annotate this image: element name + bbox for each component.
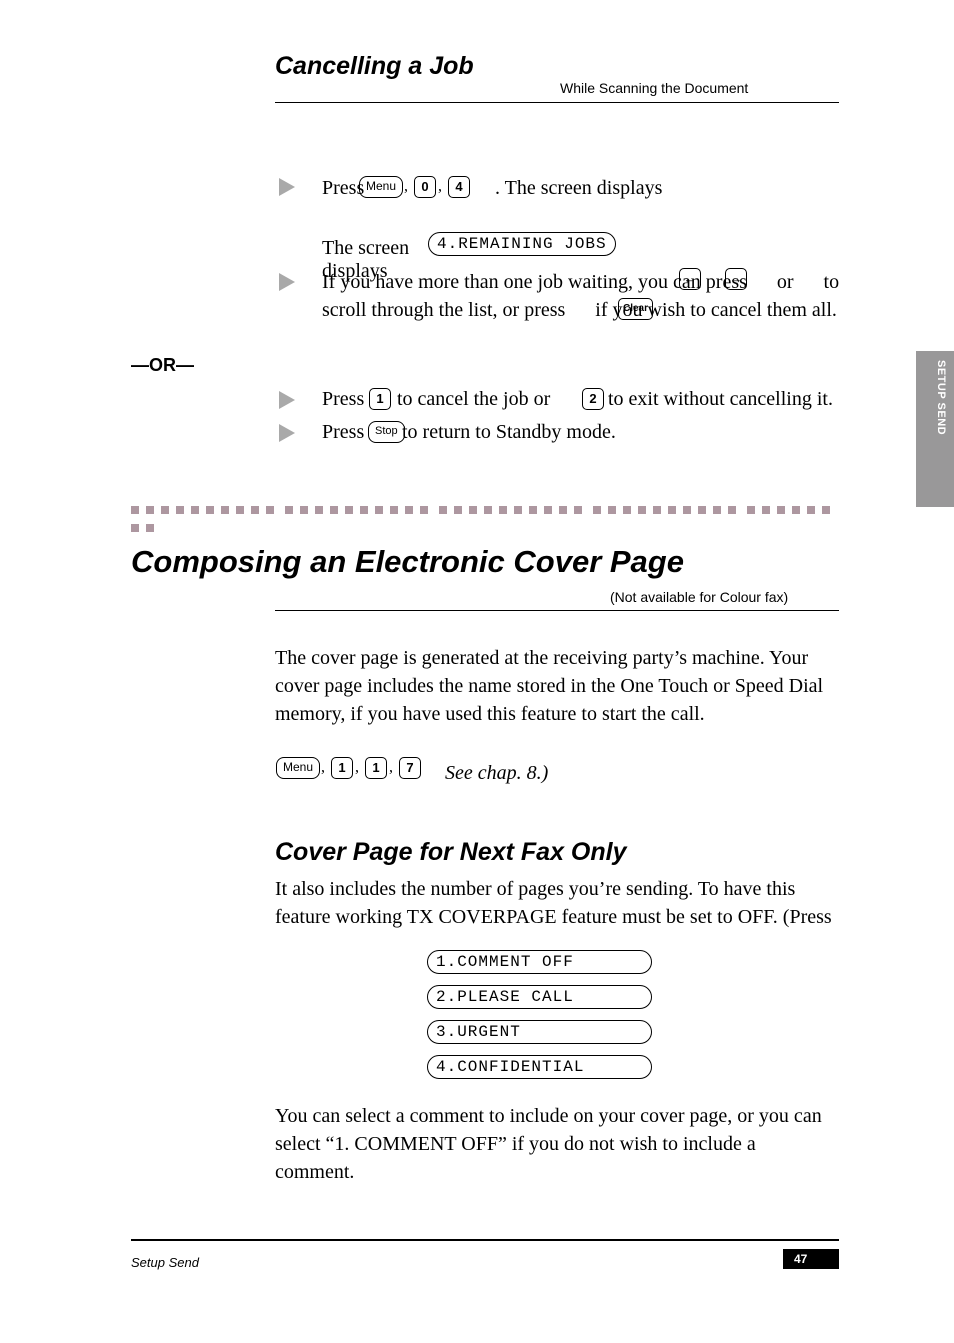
footer-section-label: Setup Send: [131, 1255, 199, 1270]
footer-rule: [131, 1239, 839, 1241]
heading-rule-2: [275, 610, 839, 611]
right-arrow-key: →: [725, 268, 747, 290]
heading-cancelling: Cancelling a Job: [275, 52, 474, 81]
step4-end: to return to Standby mode.: [402, 421, 616, 444]
heading-rule: [275, 102, 839, 103]
zero-key: 0: [414, 176, 436, 198]
step-arrow-icon: [279, 273, 295, 291]
key-sequence-menu-0-4: Menu, 0, 4: [358, 176, 472, 198]
two-key: 2: [582, 388, 604, 410]
step-arrow-icon: [279, 178, 295, 196]
side-tab-label: SETUP SEND: [935, 360, 947, 435]
heading-compose: Composing an Electronic Cover Page: [131, 544, 684, 580]
subheading-scanning: While Scanning the Document: [560, 80, 748, 96]
stop-key-wrap: Stop: [367, 421, 406, 443]
four-key: 4: [448, 176, 470, 198]
menu-key: Menu: [359, 176, 403, 198]
or-divider: —OR—: [131, 355, 194, 376]
one-key: 1: [369, 388, 391, 410]
compose-see-chapter: See chap. 8.): [445, 762, 548, 785]
step3-mid: to cancel the job or: [397, 388, 550, 411]
clear-key: Clear: [618, 298, 653, 320]
lcd-please-call: 2.PLEASE CALL: [427, 985, 652, 1009]
menu-key: Menu: [276, 757, 320, 779]
step-arrow-icon: [279, 391, 295, 409]
left-arrow-key: ←: [679, 268, 701, 290]
lcd-remaining-jobs: 4.REMAINING JOBS: [428, 232, 616, 256]
heading-coverpage: Cover Page for Next Fax Only: [275, 838, 627, 867]
two-key-wrap: 2: [580, 388, 606, 410]
one-key: 1: [331, 757, 353, 779]
subheading-not-colour: (Not available for Colour fax): [610, 589, 788, 605]
seven-key: 7: [399, 757, 421, 779]
clear-key-wrap: Clear: [616, 298, 655, 320]
key-sequence-menu-1-1-7: Menu, 1, 1, 7: [275, 757, 423, 779]
arrow-keys: ← →: [677, 268, 749, 290]
compose-para-1: The cover page is generated at the recei…: [275, 644, 840, 728]
lcd-comment-off: 1.COMMENT OFF: [427, 950, 652, 974]
one-key-wrap: 1: [367, 388, 393, 410]
step3-press: Press: [322, 388, 364, 411]
lcd-urgent: 3.URGENT: [427, 1020, 652, 1044]
lcd-confidential: 4.CONFIDENTIAL: [427, 1055, 652, 1079]
compose-para-2: It also includes the number of pages you…: [275, 875, 840, 931]
step4-press: Press: [322, 421, 364, 444]
dotted-separator: [131, 501, 839, 511]
lcd-comment-list: 1.COMMENT OFF 2.PLEASE CALL 3.URGENT 4.C…: [427, 950, 652, 1090]
page-number: 47: [783, 1249, 839, 1269]
step2-body: If you have more than one job waiting, y…: [322, 268, 842, 324]
compose-para-3: You can select a comment to include on y…: [275, 1102, 840, 1186]
step3-end: to exit without cancelling it.: [608, 388, 833, 411]
stop-key: Stop: [368, 421, 405, 443]
one-key: 1: [365, 757, 387, 779]
step1-text: . The screen displays: [495, 177, 662, 200]
step-arrow-icon: [279, 424, 295, 442]
